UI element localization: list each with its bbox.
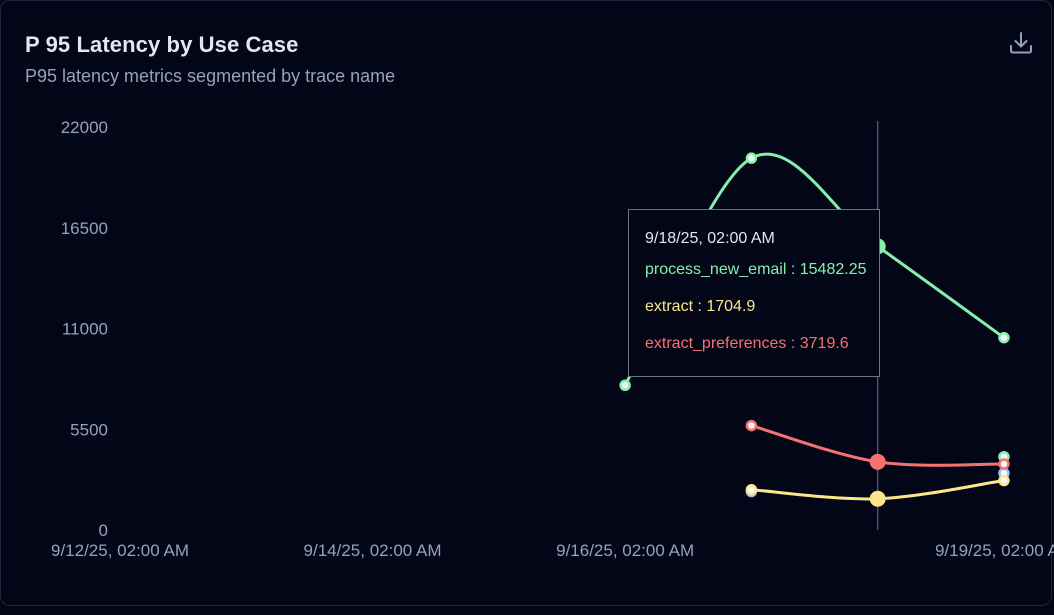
tooltip-series-name: extract_preferences xyxy=(645,335,787,352)
y-tick-label: 16500 xyxy=(61,219,108,238)
chart-tooltip: 9/18/25, 02:00 AM process_new_email : 15… xyxy=(628,209,880,377)
tooltip-series-name: extract xyxy=(645,298,694,315)
y-tick-label: 5500 xyxy=(70,420,108,439)
data-point-extract-preferences xyxy=(998,458,1010,470)
tooltip-row-extract-preferences: extract_preferences : 3719.6 xyxy=(645,335,849,352)
line-chart[interactable]: 22000 16500 11000 5500 09/12/25, 02:00 AM 9/1… xyxy=(0,0,1054,615)
tooltip-row-extract: extract : 1704.9 xyxy=(645,298,756,315)
x-tick-label: 9/14/25, 02:00 AM xyxy=(304,541,442,560)
tooltip-series-name: process_new_email xyxy=(645,261,787,278)
x-tick-label: 9/19/25, 02:00 AM xyxy=(935,541,1054,560)
tooltip-row-process-new-email: process_new_email : 15482.25 xyxy=(645,261,867,278)
active-point-extract xyxy=(869,490,886,507)
y-tick-label: 11000 xyxy=(62,320,108,339)
x-tick-label: 9/16/25, 02:00 AM xyxy=(556,541,694,560)
data-point-process-new-email xyxy=(998,331,1010,344)
x-tick-label: 9/12/25, 02:00 AM xyxy=(51,541,189,560)
y-tick-label: 22000 xyxy=(61,118,108,137)
tooltip-series-value: 15482.25 xyxy=(799,261,867,278)
tooltip-series-value: 3719.6 xyxy=(799,335,849,352)
y-tick-label: 0 xyxy=(99,521,108,540)
data-point-extract-preferences xyxy=(745,419,758,432)
data-point-extract xyxy=(745,483,758,496)
tooltip-series-value: 1704.9 xyxy=(706,298,756,315)
data-point-process-new-email xyxy=(619,379,631,392)
tooltip-date: 9/18/25, 02:00 AM xyxy=(645,230,775,247)
data-point-extract xyxy=(998,474,1010,487)
data-point-process-new-email xyxy=(745,152,758,164)
active-point-extract-preferences xyxy=(869,453,886,470)
